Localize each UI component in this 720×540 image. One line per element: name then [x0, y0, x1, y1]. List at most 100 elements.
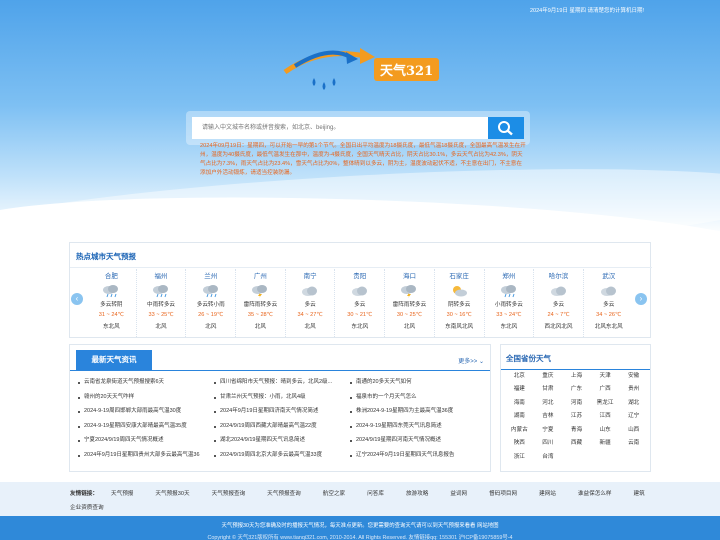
- friend-link[interactable]: 企业资质查询: [70, 503, 104, 511]
- province-link[interactable]: 重庆: [534, 372, 563, 381]
- province-link[interactable]: 陕西: [505, 439, 534, 448]
- province-link[interactable]: 西藏: [562, 439, 591, 448]
- city-name[interactable]: 武汉: [584, 270, 634, 280]
- city-card[interactable]: 贵阳 多云 30 ~ 21℃ 东北风: [335, 269, 386, 337]
- province-link[interactable]: 甘肃: [534, 385, 563, 394]
- news-more-link[interactable]: 更多>> ⌄: [458, 356, 484, 365]
- news-item[interactable]: 福泉市的一个月天气怎么: [350, 393, 486, 402]
- news-item[interactable]: 宁夏2024/9/19周四天气情况概述: [78, 436, 214, 445]
- city-card[interactable]: 福州 中雨转多云 33 ~ 25℃ 北风: [137, 269, 187, 337]
- friend-link[interactable]: 督码项目网: [489, 489, 517, 497]
- friend-link[interactable]: 益词网: [450, 489, 467, 497]
- news-item[interactable]: 南通的20多天天气如何: [350, 378, 486, 387]
- city-card[interactable]: 郑州 小雨转多云 33 ~ 24℃ 东北风: [485, 269, 535, 337]
- news-item[interactable]: 湖北2024/9/19星期四天气讯息简述: [214, 436, 350, 445]
- city-name[interactable]: 兰州: [186, 270, 235, 280]
- city-name[interactable]: 合肥: [87, 270, 136, 280]
- province-link[interactable]: 宁夏: [534, 426, 563, 435]
- province-link[interactable]: 新疆: [591, 439, 620, 448]
- news-item[interactable]: 2024年9月19日星期四济南天气情况简述: [214, 407, 350, 416]
- friend-link[interactable]: 天气预报30天: [155, 489, 189, 497]
- news-item[interactable]: 甘肃兰州天气预报：小雨，北风4级: [214, 393, 350, 402]
- weather-desc: 多云: [603, 302, 615, 308]
- news-tab[interactable]: 最新天气资讯: [76, 350, 152, 370]
- province-link[interactable]: 上海: [562, 372, 591, 381]
- copyright: Copyright © 天气321版权所有 www.tianqi321.com,…: [207, 535, 513, 540]
- wind-direction: 东北风: [500, 324, 518, 330]
- province-link[interactable]: 海南: [505, 399, 534, 408]
- friend-link[interactable]: 天气预报: [111, 489, 133, 497]
- footer-text: 天气预报30天为您准确及时的播报天气情况，每天准点更新。您更需要的查询天气请可以…: [221, 523, 499, 529]
- province-link[interactable]: 北京: [505, 372, 534, 381]
- city-card[interactable]: 广州 雷阵雨转多云 35 ~ 28℃ 北风: [236, 269, 286, 337]
- news-item[interactable]: 2024-9-19星期四安康大部晴最高气温35度: [78, 422, 214, 431]
- city-name[interactable]: 哈尔滨: [534, 270, 583, 280]
- news-item[interactable]: 2024年9月19日星期四贵州大部多云最高气温36: [78, 451, 214, 460]
- news-item[interactable]: 2024/9/19周四西藏大部晴最高气温22度: [214, 422, 350, 431]
- news-item[interactable]: 2024-9-19周四邯郸大部雨最高气温30度: [78, 407, 214, 416]
- city-name[interactable]: 贵阳: [335, 270, 384, 280]
- city-card[interactable]: 南宁 多云 34 ~ 27℃ 北风: [286, 269, 336, 337]
- news-item[interactable]: 2024/9/19周四北京大部多云最高气温33度: [214, 451, 350, 460]
- search-icon: [498, 121, 513, 136]
- province-link[interactable]: 台湾: [534, 453, 563, 462]
- wind-direction: 东北风: [351, 324, 369, 330]
- province-link[interactable]: 贵州: [619, 385, 648, 394]
- province-link[interactable]: 江苏: [562, 412, 591, 421]
- province-link[interactable]: 安徽: [619, 372, 648, 381]
- city-card[interactable]: 石家庄 阴转多云 30 ~ 16℃ 东南风北风: [435, 269, 485, 337]
- province-link[interactable]: 内蒙古: [505, 426, 534, 435]
- friend-link[interactable]: 建网站: [539, 489, 556, 497]
- friend-link[interactable]: 航空之家: [323, 489, 345, 497]
- province-link[interactable]: 青海: [562, 426, 591, 435]
- city-card[interactable]: 武汉 多云 34 ~ 26℃ 北风东北风: [584, 269, 634, 337]
- province-link[interactable]: 天津: [591, 372, 620, 381]
- city-card[interactable]: 海口 雷阵雨转多云 30 ~ 25℃ 北风: [385, 269, 435, 337]
- province-link[interactable]: 山东: [591, 426, 620, 435]
- search-input[interactable]: [192, 117, 488, 139]
- news-item[interactable]: 2024-9-19星期四东莞天气讯息简述: [350, 422, 486, 431]
- city-name[interactable]: 广州: [236, 270, 285, 280]
- city-name[interactable]: 海口: [385, 270, 434, 280]
- province-link[interactable]: 广东: [562, 385, 591, 394]
- news-item[interactable]: 四川省绵阳市天气预报：晴到多云，北风2级...: [214, 378, 350, 387]
- logo-text[interactable]: 天气321: [374, 58, 440, 81]
- province-link[interactable]: 湖北: [619, 399, 648, 408]
- province-link[interactable]: 广西: [591, 385, 620, 394]
- friend-link[interactable]: 问答库: [367, 489, 384, 497]
- city-name[interactable]: 石家庄: [435, 270, 484, 280]
- news-item[interactable]: 辽宁2024年9月19日星期四天气讯息报告: [350, 451, 486, 460]
- province-link[interactable]: 浙江: [505, 453, 534, 462]
- province-link[interactable]: 辽宁: [619, 412, 648, 421]
- next-arrow-icon[interactable]: ›: [635, 293, 647, 305]
- city-card[interactable]: 兰州 多云转小雨 26 ~ 19℃ 北风: [186, 269, 237, 337]
- weather-desc: 多云: [304, 302, 316, 308]
- friend-link[interactable]: 建筑: [633, 489, 644, 497]
- province-link[interactable]: 山西: [619, 426, 648, 435]
- province-link[interactable]: 江西: [591, 412, 620, 421]
- province-link[interactable]: 云南: [619, 439, 648, 448]
- news-item[interactable]: 赣州的20天天气咋样: [78, 393, 214, 402]
- prev-arrow-icon[interactable]: ‹: [71, 293, 83, 305]
- city-card[interactable]: 合肥 多云转阴 31 ~ 24℃ 东北风: [87, 269, 137, 337]
- city-name[interactable]: 福州: [137, 270, 186, 280]
- province-link[interactable]: 吉林: [534, 412, 563, 421]
- province-link[interactable]: 四川: [534, 439, 563, 448]
- province-link[interactable]: 黑龙江: [591, 399, 620, 408]
- news-item[interactable]: 株洲2024-9-19星期四为主最高气温36度: [350, 407, 486, 416]
- news-item[interactable]: 云南省龙泉街道天气预报搜索6天: [78, 378, 214, 387]
- friend-link[interactable]: 天气预报查询: [212, 489, 246, 497]
- friend-link[interactable]: 天气预报查询: [267, 489, 301, 497]
- friend-links: 友情链接： 天气预报 天气预报30天 天气预报查询 天气预报查询 航空之家 问答库 旅游攻略…: [0, 482, 720, 516]
- friend-link[interactable]: 谁益保怎么样: [578, 489, 612, 497]
- city-card[interactable]: 哈尔滨 多云 24 ~ 7℃ 西北风北风: [534, 269, 584, 337]
- friend-link[interactable]: 旅游攻略: [406, 489, 428, 497]
- province-link[interactable]: 河北: [534, 399, 563, 408]
- search-button[interactable]: [488, 117, 524, 139]
- province-link[interactable]: 湖南: [505, 412, 534, 421]
- city-name[interactable]: 郑州: [485, 270, 534, 280]
- province-link[interactable]: 福建: [505, 385, 534, 394]
- city-name[interactable]: 南宁: [286, 270, 335, 280]
- news-item[interactable]: 2024/9/19星期四河南天气情况概述: [350, 436, 486, 445]
- province-link[interactable]: 河南: [562, 399, 591, 408]
